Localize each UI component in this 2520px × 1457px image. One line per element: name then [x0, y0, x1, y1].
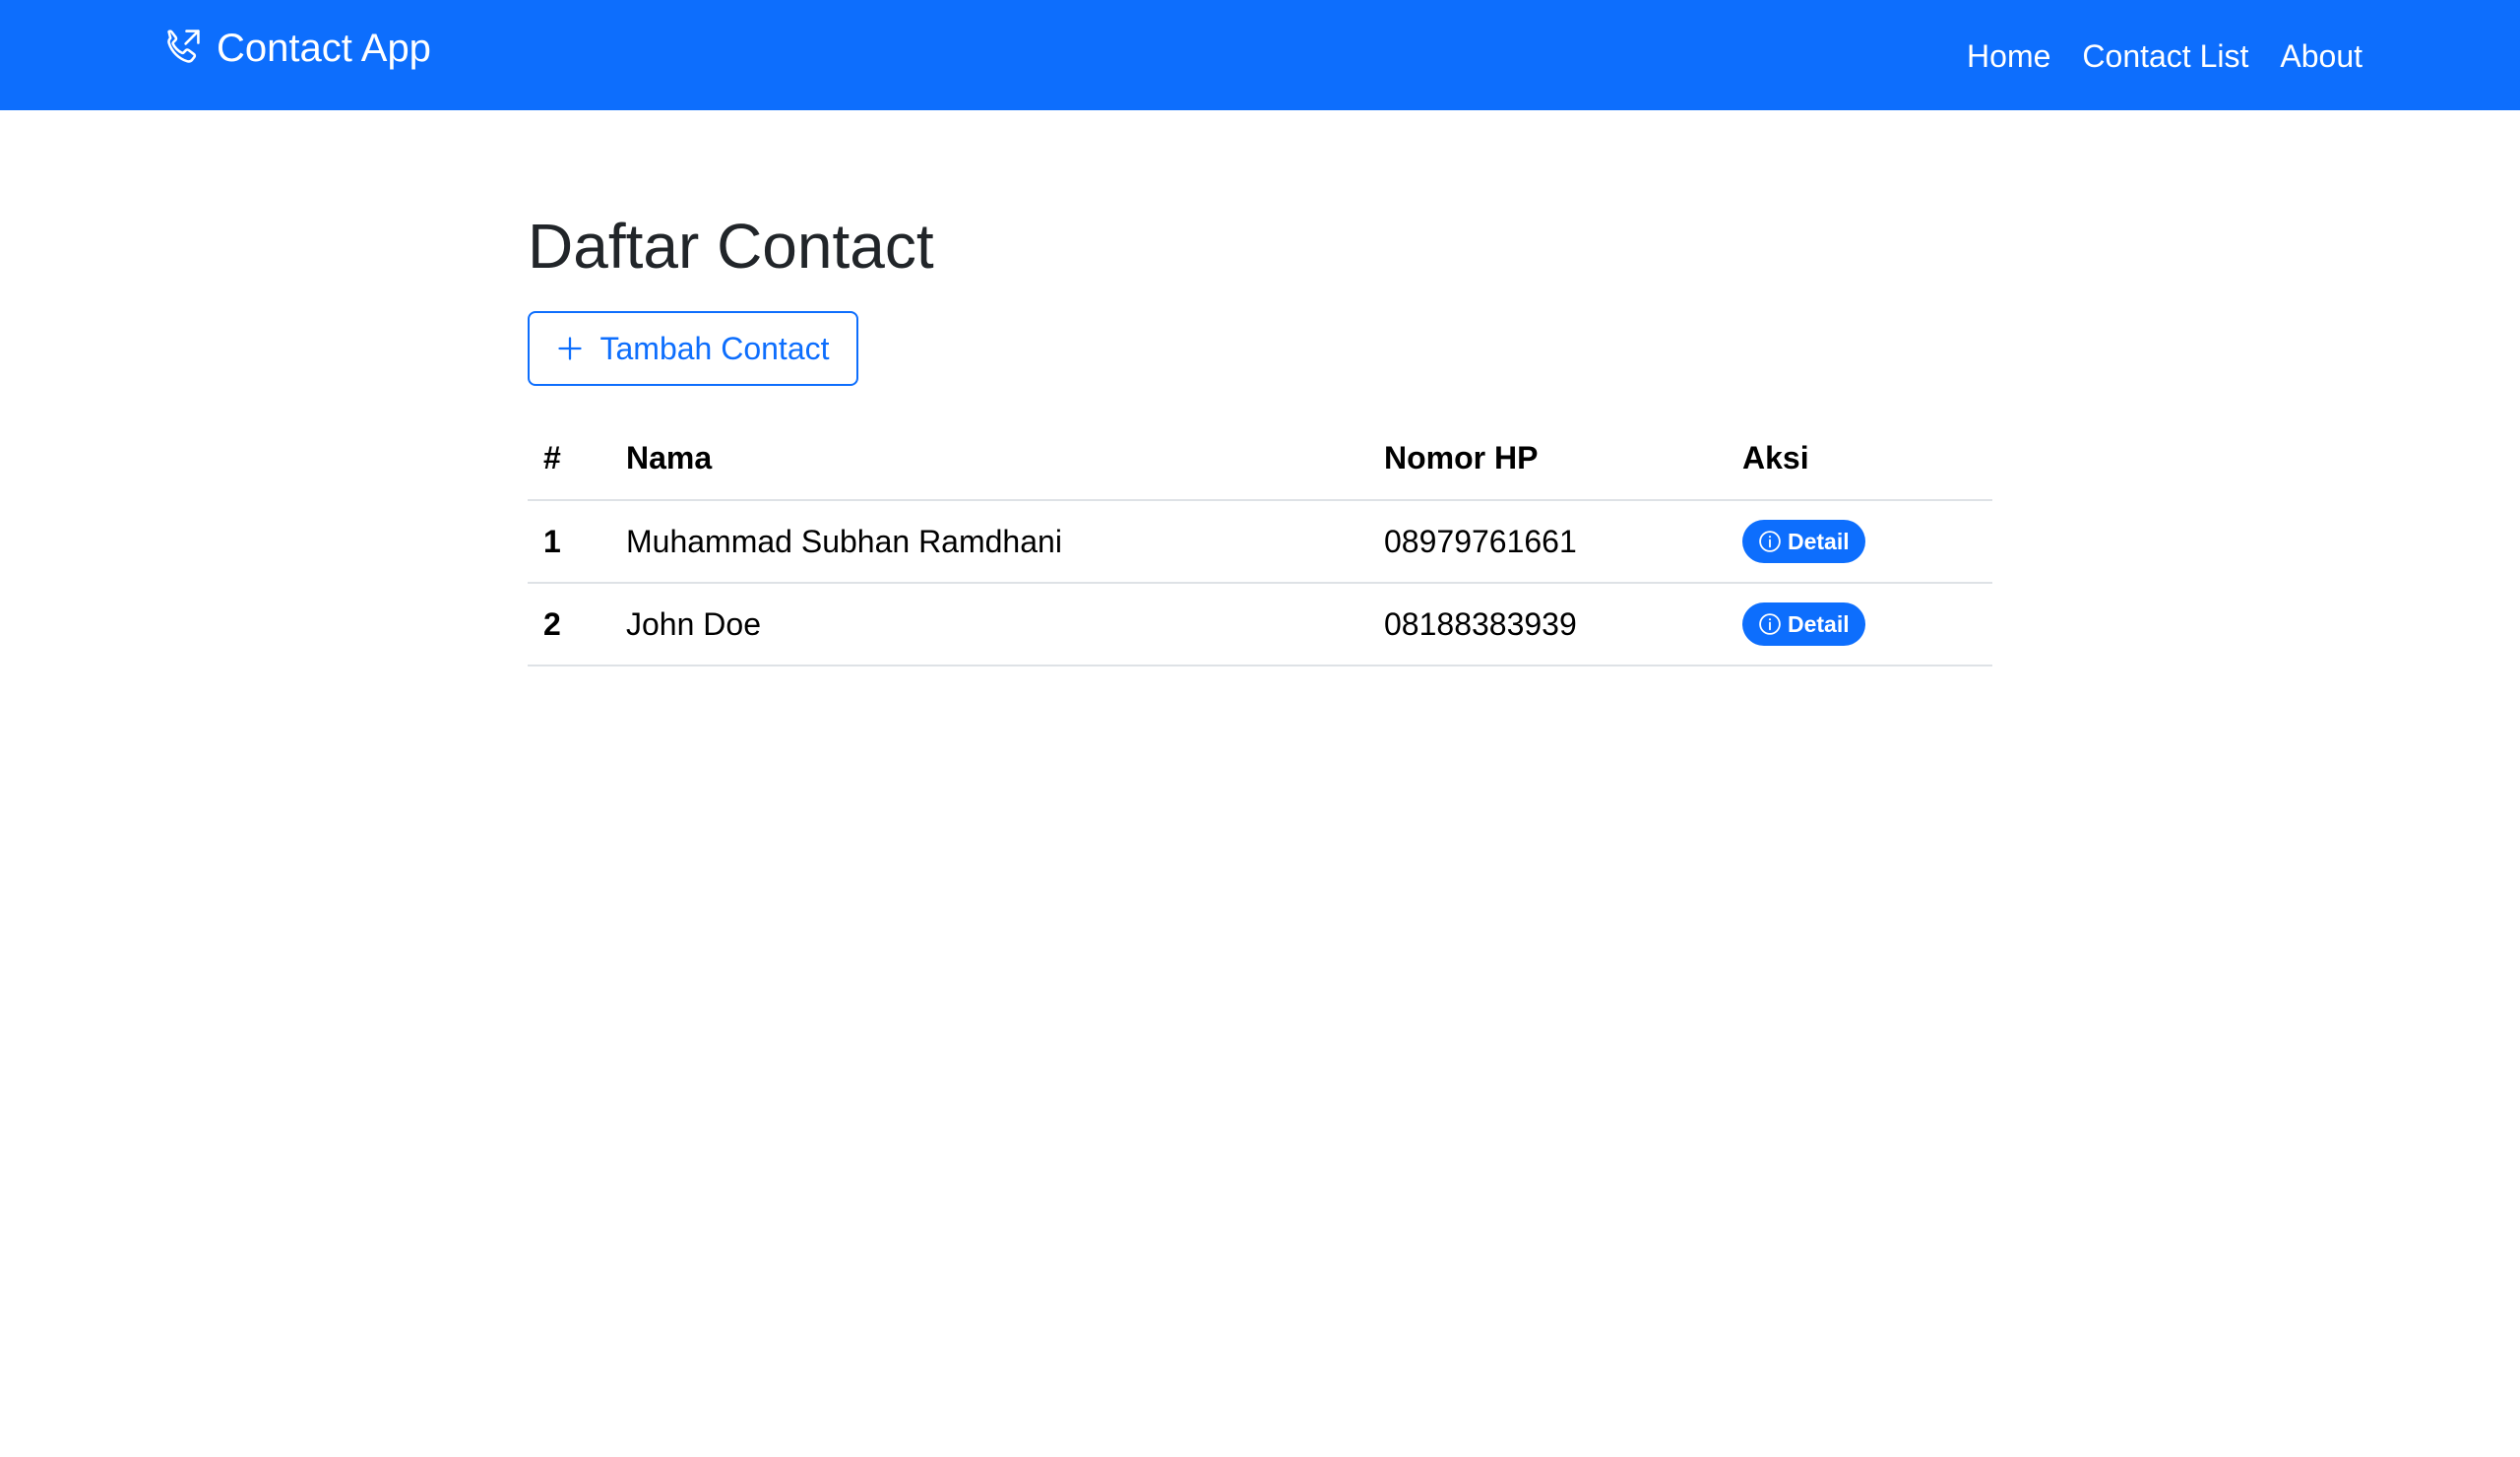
row-number: 1: [528, 500, 610, 584]
detail-label: Detail: [1788, 610, 1850, 637]
nav-link-contact-list[interactable]: Contact List: [2082, 32, 2248, 81]
table-row: 1 Muhammad Subhan Ramdhani 08979761661 D…: [528, 500, 1992, 584]
header-phone: Nomor HP: [1368, 417, 1727, 501]
header-number: #: [528, 417, 610, 501]
info-circle-icon: [1758, 612, 1782, 636]
main-content: Daftar Contact Tambah Contact # Nama Nom…: [528, 197, 1992, 666]
add-contact-button[interactable]: Tambah Contact: [528, 311, 858, 386]
contact-phone: 08188383939: [1368, 583, 1727, 666]
row-action: Detail: [1727, 583, 1992, 666]
phone-outgoing-icon: [159, 27, 203, 70]
info-circle-icon: [1758, 530, 1782, 553]
detail-button[interactable]: Detail: [1742, 602, 1865, 646]
page-title: Daftar Contact: [528, 211, 934, 282]
brand-link[interactable]: Contact App: [159, 24, 431, 73]
contact-table: # Nama Nomor HP Aksi 1 Muhammad Subhan R…: [528, 417, 1992, 666]
contact-name: Muhammad Subhan Ramdhani: [610, 500, 1368, 584]
add-contact-label: Tambah Contact: [599, 330, 830, 366]
header-name: Nama: [610, 417, 1368, 501]
detail-button[interactable]: Detail: [1742, 520, 1865, 563]
nav-menu: Home Contact List About: [1967, 32, 2362, 81]
row-number: 2: [528, 583, 610, 666]
plus-icon: [556, 335, 584, 362]
header-action: Aksi: [1727, 417, 1992, 501]
brand-text: Contact App: [217, 27, 431, 70]
table-row: 2 John Doe 08188383939 Detail: [528, 583, 1992, 666]
nav-link-home[interactable]: Home: [1967, 32, 2050, 81]
navbar: Contact App Home Contact List About: [0, 0, 2520, 110]
row-action: Detail: [1727, 500, 1992, 584]
contact-phone: 08979761661: [1368, 500, 1727, 584]
nav-link-about[interactable]: About: [2280, 32, 2362, 81]
contact-name: John Doe: [610, 583, 1368, 666]
detail-label: Detail: [1788, 528, 1850, 554]
table-header-row: # Nama Nomor HP Aksi: [528, 417, 1992, 501]
